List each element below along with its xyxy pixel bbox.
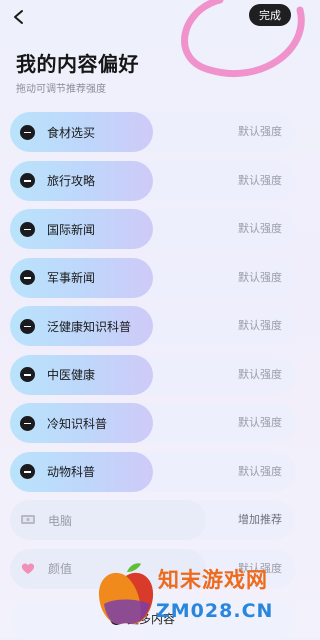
preference-pill[interactable]: 军事新闻 xyxy=(10,257,153,298)
preference-label: 电脑 xyxy=(48,513,73,528)
preference-label: 动物科普 xyxy=(47,465,96,479)
preference-pill[interactable]: 旅行攻略 xyxy=(10,160,153,201)
preference-label: 食材选买 xyxy=(47,125,96,140)
strength-label: 默认强度 xyxy=(238,367,282,381)
preference-label: 泛健康知识科普 xyxy=(47,319,132,334)
remove-icon[interactable] xyxy=(20,367,35,382)
done-button[interactable]: 完成 xyxy=(249,4,291,26)
preference-pill[interactable]: 国际新闻 xyxy=(10,209,153,249)
strength-label: 默认强度 xyxy=(238,416,282,429)
preference-label: 国际新闻 xyxy=(47,222,96,237)
preference-label: 中医健康 xyxy=(47,368,96,382)
preference-pill[interactable]: 冷知识科普 xyxy=(10,403,153,443)
inactive-preference-row[interactable]: 电脑 增加推荐 xyxy=(10,500,296,540)
preference-row[interactable]: 国际新闻 默认强度 xyxy=(10,209,296,249)
heart-icon xyxy=(20,562,36,576)
strength-label: 默认强度 xyxy=(238,125,282,138)
preference-list: 食材选买 默认强度 旅行攻略 默认强度 国际新闻 默认强度 军事新闻 默认强度 … xyxy=(10,112,296,597)
preference-pill[interactable]: 泛健康知识科普 xyxy=(10,306,153,346)
computer-icon xyxy=(20,513,36,527)
strength-label: 默认强度 xyxy=(238,173,282,187)
back-button[interactable] xyxy=(6,4,32,30)
preference-row[interactable]: 动物科普 默认强度 xyxy=(10,451,296,492)
remove-icon[interactable] xyxy=(20,464,35,479)
remove-icon[interactable] xyxy=(20,270,35,285)
watermark-title: 知末游戏网 xyxy=(158,568,268,592)
page-title: 我的内容偏好 xyxy=(16,52,139,76)
preference-label: 旅行攻略 xyxy=(47,174,96,188)
preference-row[interactable]: 泛健康知识科普 默认强度 xyxy=(10,306,296,346)
chevron-left-icon xyxy=(14,10,23,24)
preference-row[interactable]: 军事新闻 默认强度 xyxy=(10,257,296,298)
decorative-swirl xyxy=(181,0,305,78)
preference-pill[interactable]: 中医健康 xyxy=(10,354,153,395)
remove-icon[interactable] xyxy=(20,415,35,431)
strength-label: 默认强度 xyxy=(238,270,282,284)
remove-icon[interactable] xyxy=(20,221,35,237)
preference-row[interactable]: 食材选买 默认强度 xyxy=(10,112,296,152)
preference-row[interactable]: 旅行攻略 默认强度 xyxy=(10,160,296,201)
preference-label: 军事新闻 xyxy=(47,271,96,285)
preference-label: 冷知识科普 xyxy=(47,416,108,431)
watermark-url: ZM028.CN xyxy=(156,600,274,622)
strength-label: 默认强度 xyxy=(238,464,282,478)
remove-icon[interactable] xyxy=(20,318,35,334)
preference-row[interactable]: 冷知识科普 默认强度 xyxy=(10,403,296,443)
preference-label: 颜值 xyxy=(48,562,73,576)
preference-row[interactable]: 中医健康 默认强度 xyxy=(10,354,296,395)
strength-label: 默认强度 xyxy=(238,222,282,235)
remove-icon[interactable] xyxy=(20,173,35,188)
preference-pill[interactable]: 动物科普 xyxy=(10,451,153,492)
strength-label: 默认强度 xyxy=(238,319,282,332)
preference-pill[interactable]: 电脑 xyxy=(10,500,206,540)
site-watermark: 知末游戏网 ZM028.CN xyxy=(94,558,294,632)
page-subtitle: 拖动可调节推荐强度 xyxy=(16,84,106,95)
apple-logo-icon xyxy=(98,563,154,625)
strength-label: 增加推荐 xyxy=(238,513,282,526)
remove-icon[interactable] xyxy=(20,124,35,140)
preference-pill[interactable]: 食材选买 xyxy=(10,112,153,152)
